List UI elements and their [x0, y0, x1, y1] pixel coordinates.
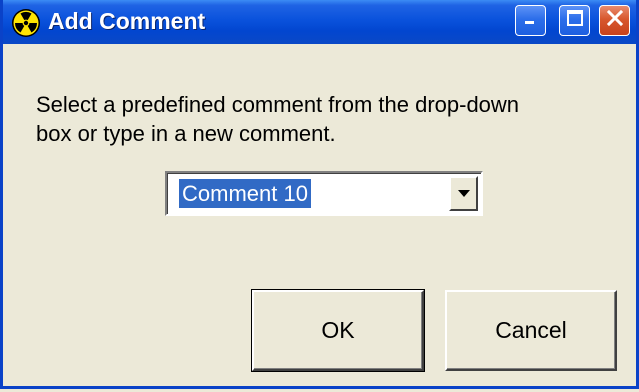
add-comment-dialog: Add Comment Select a predefined comment … — [0, 0, 639, 389]
radiation-icon — [11, 8, 41, 38]
chevron-down-icon — [457, 190, 470, 197]
close-icon — [605, 8, 625, 33]
instruction-text: Select a predefined comment from the dro… — [36, 90, 626, 148]
title-bar[interactable]: Add Comment — [3, 0, 636, 44]
comment-combo-box[interactable]: Comment 10 — [165, 171, 483, 216]
cancel-button[interactable]: Cancel — [445, 290, 617, 371]
instruction-line-1: Select a predefined comment from the dro… — [36, 92, 520, 117]
close-button[interactable] — [599, 5, 630, 36]
minimize-icon — [521, 8, 541, 33]
comment-combo-value[interactable]: Comment 10 — [179, 179, 311, 208]
instruction-line-2: box or type in a new comment. — [36, 121, 336, 146]
maximize-icon — [565, 8, 585, 33]
minimize-button[interactable] — [515, 5, 546, 36]
window-title: Add Comment — [48, 8, 206, 34]
ok-button[interactable]: OK — [251, 289, 425, 372]
combo-dropdown-button[interactable] — [449, 176, 478, 211]
maximize-button[interactable] — [559, 5, 590, 36]
